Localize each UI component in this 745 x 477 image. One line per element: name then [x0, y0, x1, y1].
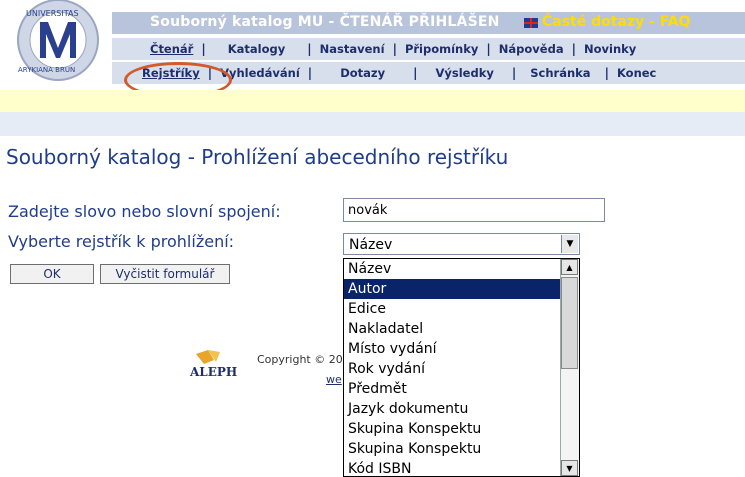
dropdown-option[interactable]: Skupina Konspektu	[344, 419, 562, 439]
nav-row-bottom: Rejstříky | Vyhledávání | Dotazy | Výsle…	[112, 62, 745, 84]
nav-row-top: Čtenář | Katalogy | Nastavení | Připomín…	[112, 38, 745, 60]
page-title: Souborný katalog - Prohlížení abecedního…	[6, 145, 509, 169]
nav-napoveda[interactable]: Nápověda	[491, 42, 572, 56]
nav-konec[interactable]: Konec	[609, 66, 664, 80]
aleph-logo-icon: ALEPH	[189, 350, 237, 378]
chevron-down-icon[interactable]: ▼	[561, 235, 578, 253]
dropdown-scrollbar[interactable]: ▲ ▼	[560, 259, 579, 476]
header: UNIVERSITAS ARYKIANA BRUN Souborný katal…	[0, 0, 745, 98]
index-label: Vyberte rejstřík k prohlížení:	[8, 232, 235, 251]
dropdown-option[interactable]: Název	[344, 259, 562, 279]
scroll-up-icon[interactable]: ▲	[561, 259, 578, 275]
dropdown-option[interactable]: Jazyk dokumentu	[344, 399, 562, 419]
search-input[interactable]	[343, 198, 605, 222]
status-band	[0, 90, 745, 112]
index-select-value: Název	[349, 237, 393, 253]
copyright-text: Copyright © 20	[257, 353, 343, 366]
masaryk-university-seal-icon: UNIVERSITAS ARYKIANA BRUN	[17, 0, 99, 81]
dropdown-option[interactable]: Místo vydání	[344, 339, 562, 359]
dropdown-option[interactable]: Kód ISBN	[344, 459, 562, 476]
nav-schranka[interactable]: Schránka	[516, 66, 604, 80]
dropdown-option[interactable]: Předmět	[344, 379, 562, 399]
footer-web-link[interactable]: we	[326, 373, 342, 386]
scroll-down-icon[interactable]: ▼	[561, 460, 578, 476]
divider-band	[0, 112, 745, 136]
search-label: Zadejte slovo nebo slovní spojení:	[8, 202, 281, 221]
dropdown-option[interactable]: Nakladatel	[344, 319, 562, 339]
nav-vysledky[interactable]: Výsledky	[417, 66, 511, 80]
dropdown-option[interactable]: Skupina Konspektu	[344, 439, 562, 459]
scroll-thumb[interactable]	[561, 277, 578, 369]
index-select[interactable]: Název ▼	[343, 233, 580, 255]
nav-pripominky[interactable]: Připomínky	[397, 42, 486, 56]
dropdown-option[interactable]: Rok vydání	[344, 359, 562, 379]
nav-vyhledavani[interactable]: Vyhledávání	[212, 66, 308, 80]
nav-rejstriky[interactable]: Rejstříky	[134, 66, 208, 80]
dropdown-options: Název Autor Edice Nakladatel Místo vydání Rok…	[344, 259, 562, 476]
ok-button[interactable]: OK	[10, 264, 94, 284]
clear-form-button[interactable]: Vyčistit formulář	[100, 264, 230, 284]
svg-text:ALEPH: ALEPH	[189, 365, 237, 378]
nav-dotazy[interactable]: Dotazy	[312, 66, 413, 80]
dropdown-option[interactable]: Autor	[344, 279, 562, 299]
nav-nastaveni[interactable]: Nastavení	[312, 42, 393, 56]
index-dropdown-list[interactable]: Název Autor Edice Nakladatel Místo vydání Rok…	[343, 258, 580, 477]
title-bar: Souborný katalog MU - ČTENÁŘ PŘIHLÁŠEN Č…	[112, 12, 745, 34]
nav-novinky[interactable]: Novinky	[576, 42, 644, 56]
dropdown-option[interactable]: Edice	[344, 299, 562, 319]
app-title: Souborný katalog MU - ČTENÁŘ PŘIHLÁŠEN	[150, 14, 500, 30]
svg-text:ARYKIANA BRUN: ARYKIANA BRUN	[18, 66, 75, 74]
faq-link[interactable]: Časté dotazy - FAQ	[542, 14, 690, 30]
uk-flag-icon	[524, 18, 538, 28]
nav-ctenar[interactable]: Čtenář	[142, 42, 201, 56]
svg-text:UNIVERSITAS: UNIVERSITAS	[26, 9, 79, 18]
nav-katalogy[interactable]: Katalogy	[206, 42, 308, 56]
